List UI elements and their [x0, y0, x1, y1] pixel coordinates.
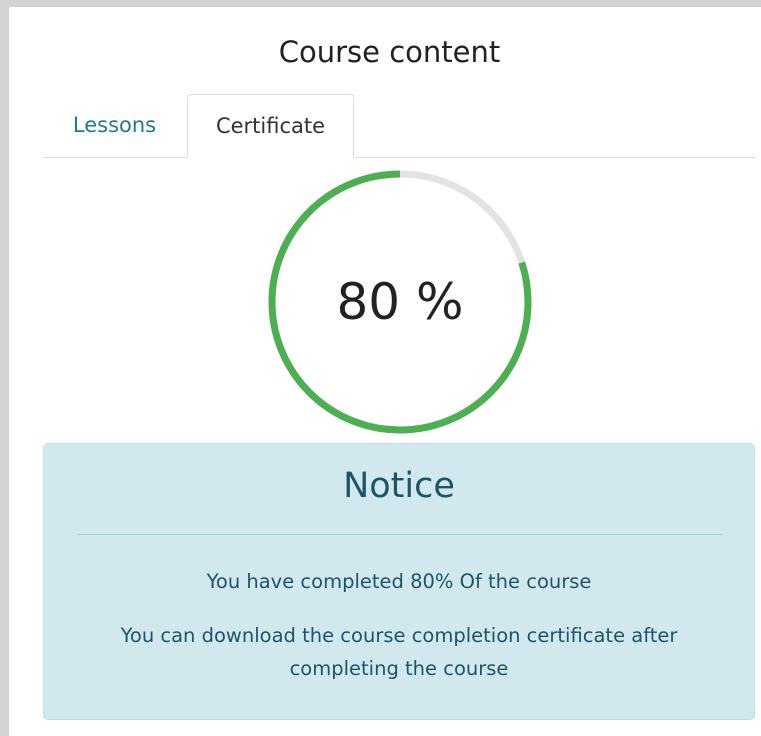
course-content-panel: Course content Lessons Certificate 80 % … — [0, 0, 761, 736]
tab-lessons[interactable]: Lessons — [43, 94, 186, 157]
notice-title: Notice — [343, 466, 455, 506]
notice-completion-text: You have completed 80% Of the course — [206, 570, 592, 593]
progress-ring: 80 % — [267, 169, 533, 435]
tab-certificate[interactable]: Certificate — [187, 94, 354, 158]
notice-box: Notice You have completed 80% Of the cou… — [43, 443, 755, 720]
tab-bar: Lessons Certificate — [43, 94, 755, 158]
notice-certificate-text: You can download the course completion c… — [120, 624, 678, 680]
panel-title: Course content — [278, 35, 501, 69]
notice-divider — [77, 534, 723, 535]
progress-percent-label: 80 % — [336, 273, 464, 331]
